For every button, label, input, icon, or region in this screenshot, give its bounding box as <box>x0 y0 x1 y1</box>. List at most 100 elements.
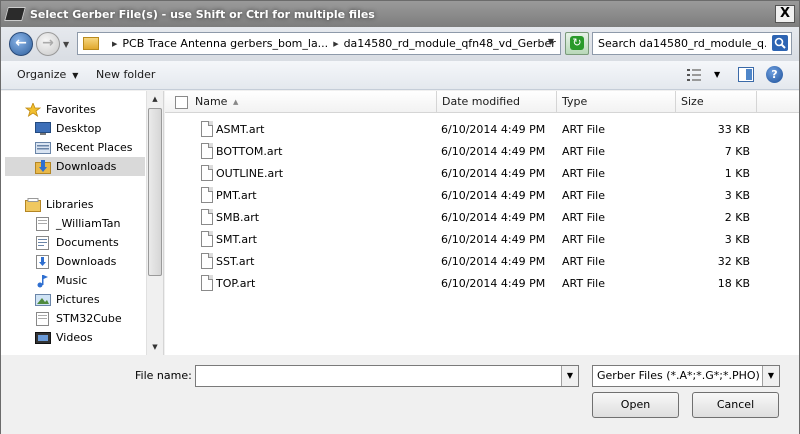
column-header-date[interactable]: Date modified <box>437 91 557 113</box>
table-row[interactable]: TOP.art 6/10/2014 4:49 PM ART File 18 KB <box>165 273 799 295</box>
nav-label: STM32Cube <box>56 312 122 325</box>
nav-scrollbar[interactable]: ▲ ▼ <box>146 91 163 355</box>
new-folder-button[interactable]: New folder <box>96 68 155 81</box>
column-header-name[interactable]: Name ▲ <box>165 91 437 113</box>
downloads-folder-icon <box>35 159 51 174</box>
recent-places-icon <box>35 141 51 155</box>
nav-label: Pictures <box>56 293 100 306</box>
help-icon[interactable]: ? <box>766 66 783 83</box>
file-icon <box>201 187 213 203</box>
breadcrumb-segment[interactable]: da14580_rd_module_qfn48_vd_Gerber <box>344 37 556 50</box>
file-type: ART File <box>562 211 605 224</box>
file-list: Name ▲ Date modified Type Size ASMT.art … <box>165 91 799 355</box>
search-input[interactable] <box>598 37 766 50</box>
file-type: ART File <box>562 233 605 246</box>
chevron-down-icon[interactable]: ▼ <box>714 70 720 79</box>
music-icon <box>35 274 51 288</box>
scrollbar-thumb[interactable] <box>148 108 162 276</box>
back-button[interactable]: ← <box>9 32 33 56</box>
column-header-type[interactable]: Type <box>557 91 676 113</box>
organize-button[interactable]: Organize ▼ <box>17 68 78 81</box>
folder-icon <box>83 37 99 50</box>
close-icon: X <box>779 6 791 21</box>
chevron-right-icon[interactable]: ▶ <box>333 40 338 48</box>
file-date: 6/10/2014 4:49 PM <box>441 211 546 224</box>
nav-label: Videos <box>56 331 93 344</box>
views-icon[interactable] <box>687 69 701 81</box>
file-date: 6/10/2014 4:49 PM <box>441 277 546 290</box>
file-type: ART File <box>562 167 605 180</box>
table-row[interactable]: SMT.art 6/10/2014 4:49 PM ART File 3 KB <box>165 229 799 251</box>
folder-icon <box>35 311 51 326</box>
cancel-button[interactable]: Cancel <box>692 392 779 418</box>
file-name: BOTTOM.art <box>216 145 283 158</box>
column-label: Name <box>195 95 228 108</box>
table-row[interactable]: PMT.art 6/10/2014 4:49 PM ART File 3 KB <box>165 185 799 207</box>
nav-favorites[interactable]: Favorites <box>24 100 96 119</box>
file-type-filter[interactable]: Gerber Files (*.A*;*.G*;*.PHO) ▼ <box>592 365 780 387</box>
nav-item-documents[interactable]: Documents <box>35 233 119 252</box>
breadcrumb-segment[interactable]: PCB Trace Antenna gerbers_bom_la... <box>122 37 328 50</box>
table-row[interactable]: BOTTOM.art 6/10/2014 4:49 PM ART File 7 … <box>165 141 799 163</box>
scroll-up-icon[interactable]: ▲ <box>147 91 163 107</box>
nav-item-videos[interactable]: Videos <box>35 328 93 347</box>
table-row[interactable]: ASMT.art 6/10/2014 4:49 PM ART File 33 K… <box>165 119 799 141</box>
chevron-down-icon[interactable]: ▼ <box>762 366 779 386</box>
nav-item-recent-places[interactable]: Recent Places <box>35 138 133 157</box>
pictures-icon <box>35 293 51 307</box>
file-name: PMT.art <box>216 189 257 202</box>
file-size: 32 KB <box>717 255 750 268</box>
downloads-icon <box>35 254 51 269</box>
preview-pane-icon[interactable] <box>738 67 754 82</box>
nav-item-stm32cube[interactable]: STM32Cube <box>35 309 122 328</box>
file-type-filter-value: Gerber Files (*.A*;*.G*;*.PHO) <box>597 369 760 382</box>
nav-label: Music <box>56 274 88 287</box>
forward-button[interactable]: → <box>36 32 60 56</box>
search-icon[interactable] <box>772 35 788 51</box>
navigation-pane: Favorites Desktop Recent Places Download… <box>1 91 164 355</box>
nav-item-williamtan[interactable]: _WilliamTan <box>35 214 120 233</box>
nav-item-downloads[interactable]: Downloads <box>5 157 145 176</box>
close-button[interactable]: X <box>775 5 795 23</box>
file-date: 6/10/2014 4:49 PM <box>441 123 546 136</box>
open-button[interactable]: Open <box>592 392 679 418</box>
nav-libraries[interactable]: Libraries <box>25 195 94 214</box>
sort-ascending-icon: ▲ <box>233 98 239 106</box>
videos-icon <box>35 331 51 345</box>
scroll-down-icon[interactable]: ▼ <box>147 339 163 355</box>
address-bar[interactable]: ▶ PCB Trace Antenna gerbers_bom_la... ▶ … <box>77 32 561 55</box>
chevron-down-icon: ▼ <box>72 71 79 80</box>
nav-item-downloads-lib[interactable]: Downloads <box>35 252 116 271</box>
chevron-right-icon[interactable]: ▶ <box>112 40 117 48</box>
file-date: 6/10/2014 4:49 PM <box>441 255 546 268</box>
file-type: ART File <box>562 145 605 158</box>
refresh-button[interactable]: ↻ <box>565 32 589 55</box>
table-row[interactable]: SMB.art 6/10/2014 4:49 PM ART File 2 KB <box>165 207 799 229</box>
nav-item-desktop[interactable]: Desktop <box>35 119 101 138</box>
file-name-input[interactable] <box>198 368 558 384</box>
column-header-size[interactable]: Size <box>676 91 757 113</box>
file-name: TOP.art <box>216 277 256 290</box>
arrow-left-icon: ← <box>15 35 27 51</box>
select-all-checkbox[interactable] <box>175 96 188 109</box>
file-type: ART File <box>562 189 605 202</box>
chevron-down-icon[interactable]: ▼ <box>548 37 554 46</box>
chevron-down-icon: ▼ <box>63 40 70 49</box>
nav-item-pictures[interactable]: Pictures <box>35 290 100 309</box>
nav-label: Documents <box>56 236 119 249</box>
file-type: ART File <box>562 255 605 268</box>
table-row[interactable]: OUTLINE.art 6/10/2014 4:49 PM ART File 1… <box>165 163 799 185</box>
file-name: OUTLINE.art <box>216 167 284 180</box>
file-date: 6/10/2014 4:49 PM <box>441 233 546 246</box>
nav-item-music[interactable]: Music <box>35 271 87 290</box>
file-name-combobox[interactable]: ▼ <box>195 365 579 387</box>
recent-locations-dropdown[interactable]: ▼ <box>63 40 73 50</box>
file-size: 2 KB <box>724 211 750 224</box>
nav-label: Desktop <box>56 122 102 135</box>
chevron-down-icon[interactable]: ▼ <box>561 366 578 386</box>
file-date: 6/10/2014 4:49 PM <box>441 145 546 158</box>
file-size: 3 KB <box>724 189 750 202</box>
file-date: 6/10/2014 4:49 PM <box>441 167 546 180</box>
search-box[interactable] <box>592 32 792 55</box>
table-row[interactable]: SST.art 6/10/2014 4:49 PM ART File 32 KB <box>165 251 799 273</box>
